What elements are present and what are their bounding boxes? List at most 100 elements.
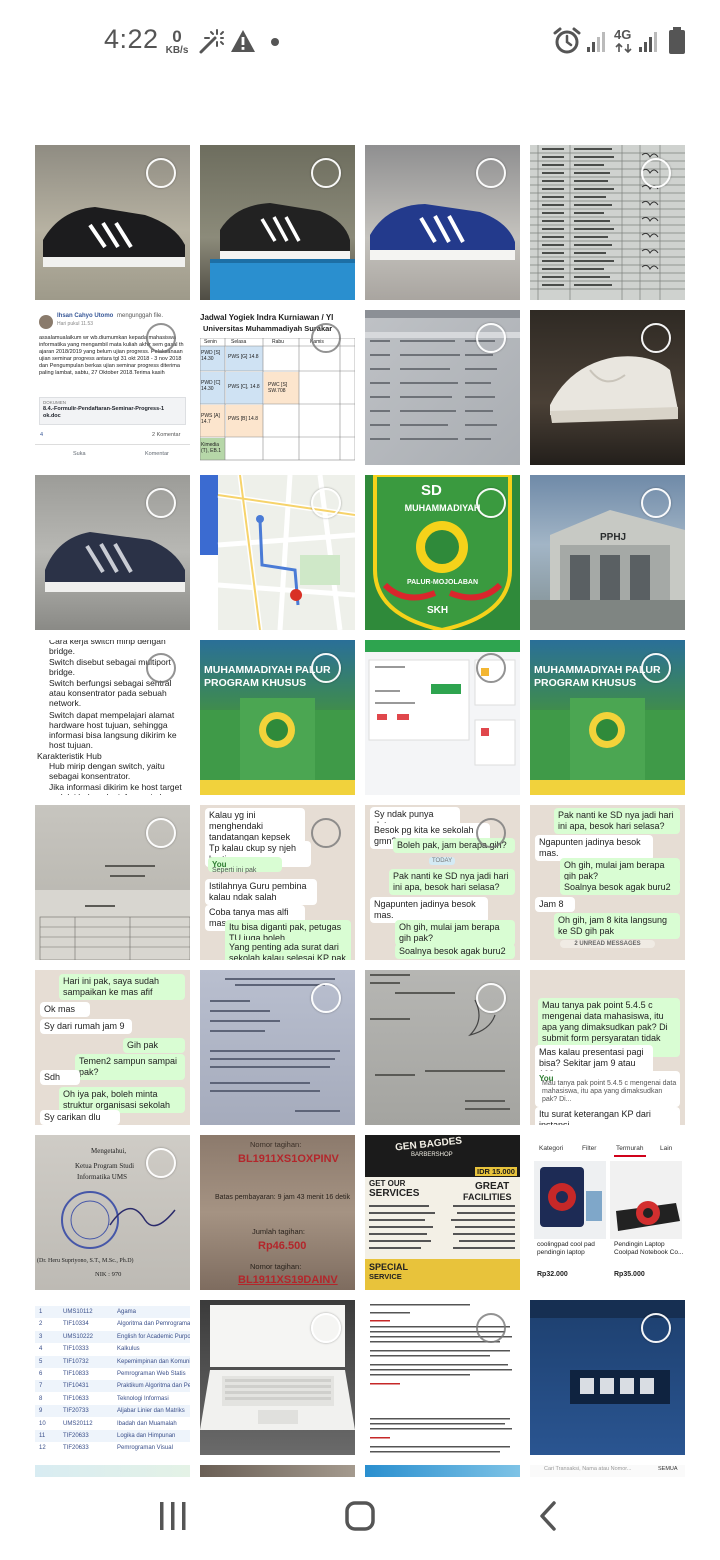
letter-nik: NIK : 970 xyxy=(95,1271,122,1278)
shop-tab: Kategori xyxy=(539,1145,564,1152)
select-circle[interactable] xyxy=(476,1313,506,1343)
thumbnail-payment[interactable]: Nomor tagihan: BL1911XS1OXPINV Batas pem… xyxy=(200,1135,355,1290)
thumbnail-shoe-white[interactable] xyxy=(530,310,685,465)
select-circle[interactable] xyxy=(146,818,176,848)
chat-bubble: Ok mas xyxy=(40,1002,90,1017)
badge-bottom: PALUR-MOJOLABAN xyxy=(406,579,479,586)
thumbnail-shoe-black[interactable] xyxy=(35,145,190,300)
select-circle[interactable] xyxy=(311,818,341,848)
select-circle[interactable] xyxy=(641,323,671,353)
thumbnail-shoe-box[interactable] xyxy=(200,145,355,300)
chat-bubble: Temen2 sampun sampai pak? xyxy=(75,1054,185,1080)
select-circle[interactable] xyxy=(311,1313,341,1343)
thumbnail-sd-badge[interactable]: SD MUHAMMADIYAH PALUR-MOJOLABAN SKH xyxy=(365,475,520,630)
alarm-icon xyxy=(553,27,581,54)
thumbnail-chat-4[interactable]: Hari ini pak, saya sudah sampaikan ke ma… xyxy=(35,970,190,1125)
select-circle[interactable] xyxy=(311,983,341,1013)
recents-icon[interactable] xyxy=(158,1500,188,1532)
select-circle[interactable] xyxy=(311,653,341,683)
data-arrows-icon xyxy=(615,43,632,53)
thumbnail-map[interactable] xyxy=(200,475,355,630)
divider xyxy=(35,444,190,445)
thumbnail-partial[interactable]: Cari Transaksi, Nama atau Nomor... SEMUA xyxy=(530,1465,685,1477)
select-circle[interactable] xyxy=(476,323,506,353)
home-icon[interactable] xyxy=(344,1500,376,1532)
flyer-heading: GREAT xyxy=(475,1181,510,1192)
thumbnail-partial[interactable] xyxy=(200,1465,355,1477)
select-circle[interactable] xyxy=(311,158,341,188)
search-bar: demo xyxy=(0,80,720,201)
thumbnail-letter-photo-1[interactable] xyxy=(200,970,355,1125)
nav-back-icon[interactable] xyxy=(538,1500,558,1532)
warning-icon xyxy=(231,30,255,52)
thumbnail-shoe-blue[interactable] xyxy=(365,145,520,300)
thumbnail-chat-1[interactable]: Kalau yg ini menghendaki tandatangan kep… xyxy=(200,805,355,960)
thumbnail-partial[interactable] xyxy=(35,1465,190,1477)
product-price: Rp35.000 xyxy=(614,1271,645,1278)
select-circle[interactable] xyxy=(146,488,176,518)
course-cell: UMS20112 xyxy=(63,1420,93,1427)
thumbnail-letter-photo-2[interactable] xyxy=(365,970,520,1125)
magic-wand-icon xyxy=(199,29,224,54)
select-circle[interactable] xyxy=(311,488,341,518)
unread-divider: 2 UNREAD MESSAGES xyxy=(560,940,655,948)
course-cell: TIF10633 xyxy=(63,1395,89,1402)
shop-tab: Lain xyxy=(660,1145,673,1152)
select-circle[interactable] xyxy=(476,488,506,518)
select-circle[interactable] xyxy=(146,1148,176,1178)
select-circle[interactable] xyxy=(641,653,671,683)
course-cell: Pemrograman Visual xyxy=(117,1445,173,1452)
product-price: Rp32.000 xyxy=(537,1271,568,1278)
schedule-cell: Kimedia (T), EB.1 xyxy=(201,442,222,454)
thumbnail-laptop-screen[interactable] xyxy=(365,310,520,465)
course-row: 12 TIF20633 Pemrograman Visual xyxy=(35,1442,190,1455)
thumbnail-shoe-navy[interactable] xyxy=(35,475,190,630)
course-row: 8 TIF10633 Teknologi Informasi xyxy=(35,1392,190,1405)
thumbnail-building[interactable]: PPHJ xyxy=(530,475,685,630)
thumbnail-facebook-post[interactable]: Ihsan Cahyo Utomo mengunggah file. Hari … xyxy=(35,310,190,465)
thumbnail-dashboard[interactable] xyxy=(365,640,520,795)
thumbnail-barbershop-flyer[interactable]: GEN BAGDES BARBERSHOP IDR 15.000 GET OUR… xyxy=(365,1135,520,1290)
select-circle[interactable] xyxy=(146,653,176,683)
course-cell: Pemrograman Web Statis xyxy=(117,1371,186,1377)
thumbnail-chat-2[interactable]: Sy ndak punya datanya. Besok pg kita ke … xyxy=(365,805,520,960)
schedule-col-3: Rabu xyxy=(272,339,284,345)
post-attachment: DOKUMEN 8.4.-Formulir-Pendaftaran-Semina… xyxy=(39,397,186,425)
select-circle[interactable] xyxy=(146,323,176,353)
select-circle[interactable] xyxy=(146,158,176,188)
course-row: 11 TIF20633 Logika dan Himpunan xyxy=(35,1430,190,1442)
chat-bubble: Sy dari rumah jam 9 xyxy=(40,1019,132,1034)
thumbnail-chat-5[interactable]: Mau tanya pak point 5.4.5 c mengenai dat… xyxy=(530,970,685,1125)
select-circle[interactable] xyxy=(641,488,671,518)
thumbnail-course-list[interactable]: 1 UMS10112 Agama 2 TIF10334 Algoritma dan Pem… xyxy=(35,1300,190,1455)
thumbnail-school-banner-2[interactable]: MUHAMMADIYAH PALUR PROGRAM KHUSUS xyxy=(530,640,685,795)
course-cell: UMS10222 xyxy=(63,1333,94,1340)
course-cell: Ibadah dan Muamalah xyxy=(117,1420,177,1427)
flyer-brand-sub: BARBERSHOP xyxy=(411,1152,453,1158)
chat-bubble: Sdh xyxy=(40,1070,80,1085)
letter-signatory: (Dr. Heru Supriyono, S.T., M.Sc., Ph.D) xyxy=(37,1258,134,1264)
select-circle[interactable] xyxy=(641,158,671,188)
select-circle[interactable] xyxy=(476,818,506,848)
product-images xyxy=(534,1161,682,1239)
select-circle[interactable] xyxy=(476,653,506,683)
thumbnail-article[interactable] xyxy=(365,1300,520,1455)
thumbnail-shop-listing[interactable]: Kategori Filter Termurah Lain coolingpad… xyxy=(530,1135,685,1290)
select-circle[interactable] xyxy=(641,1313,671,1343)
course-cell: TIF10334 xyxy=(63,1321,89,1328)
signal-icon xyxy=(587,32,605,52)
thumbnail-school-banner[interactable]: MUHAMMADIYAH PALUR PROGRAM KHUSUS xyxy=(200,640,355,795)
thumbnail-schedule[interactable]: Jadwal Yogiek Indra Kurniawan / YI Unive… xyxy=(200,310,355,465)
thumbnail-signed-letter[interactable]: Mengetahui, Ketua Program Studi Informat… xyxy=(35,1135,190,1290)
thumbnail-network-notes[interactable]: Cara kerja switch mirip dengan bridge. S… xyxy=(35,640,190,795)
thumbnail-attendance-sheet[interactable] xyxy=(530,145,685,300)
chat-quote-text: Mau tanya pak point 5.4.5 c mengenai dat… xyxy=(542,1080,677,1103)
select-circle[interactable] xyxy=(476,158,506,188)
thumbnail-document-photo[interactable] xyxy=(35,805,190,960)
select-circle[interactable] xyxy=(476,983,506,1013)
thumbnail-partial[interactable] xyxy=(365,1465,520,1477)
thumbnail-chat-3[interactable]: Pak nanti ke SD nya jadi hari ini apa, b… xyxy=(530,805,685,960)
thumbnail-laptop-blue[interactable] xyxy=(530,1300,685,1455)
select-circle[interactable] xyxy=(311,323,341,353)
thumbnail-laptop-white[interactable] xyxy=(200,1300,355,1455)
